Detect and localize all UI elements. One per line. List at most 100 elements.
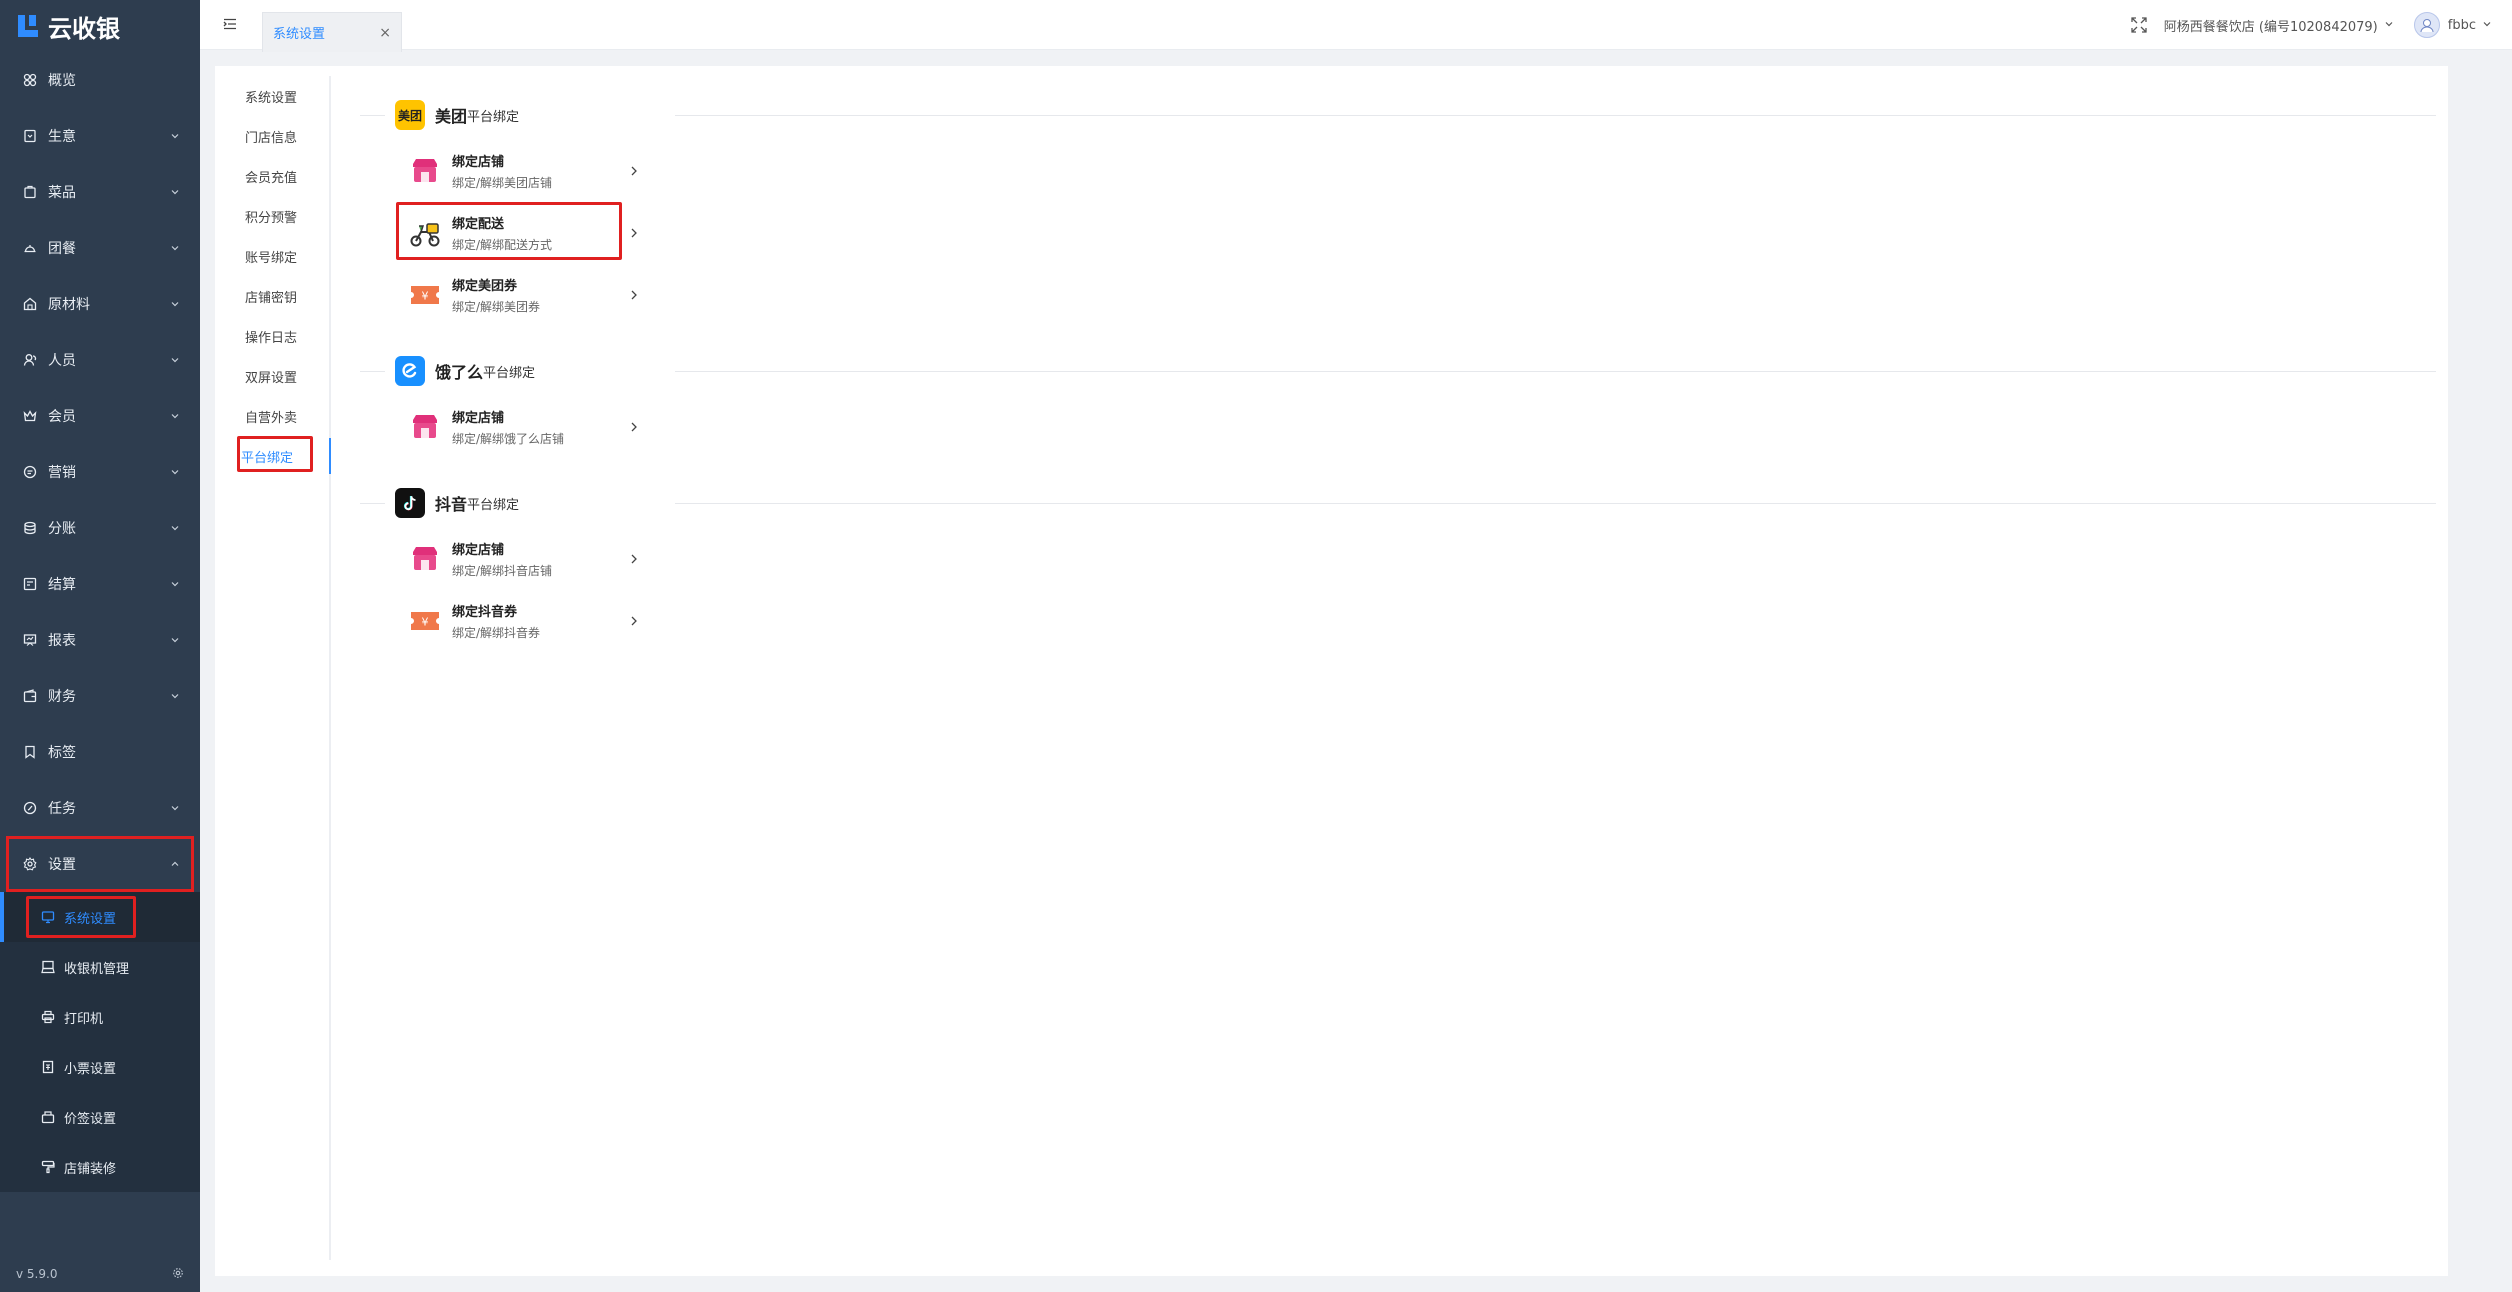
printer-icon [40, 1009, 56, 1025]
app-logo[interactable]: 云收银 [0, 0, 200, 52]
platform-binding-content: 美团 美团 平台绑定 绑定店铺 绑定/解绑美团店铺 绑定配送 绑定/解绑配送方式 [340, 66, 2448, 1276]
subnav-member-recharge[interactable]: 会员充值 [215, 156, 329, 196]
eleme-logo-icon [395, 356, 425, 386]
brand-suffix: 平台绑定 [467, 497, 520, 513]
logo-icon [18, 15, 40, 37]
coupon-icon: ¥ [408, 604, 442, 638]
bind-store-douyin[interactable]: 绑定店铺 绑定/解绑抖音店铺 [340, 528, 640, 590]
settings-gear-icon[interactable] [172, 1267, 184, 1282]
brand-name: 美团 [435, 107, 468, 126]
sidebar-item-label: 会员 [48, 409, 76, 425]
tag-icon [22, 744, 38, 760]
bind-item-title: 绑定店铺 [452, 411, 505, 426]
bind-item-text: 绑定美团券 绑定/解绑美团券 [452, 275, 628, 315]
chevron-down-icon [170, 635, 180, 645]
chevron-right-icon [628, 615, 640, 627]
sidebar-item-member[interactable]: 会员 [0, 388, 200, 444]
sidebar-subitem-decor[interactable]: 店铺装修 [0, 1142, 200, 1192]
coupon-icon: ¥ [408, 278, 442, 312]
sidebar-item-finance[interactable]: 财务 [0, 668, 200, 724]
subnav-store-info[interactable]: 门店信息 [215, 116, 329, 156]
version-bar: v 5.9.0 [0, 1256, 200, 1292]
cashier-icon [40, 959, 56, 975]
fullscreen-icon[interactable] [2130, 16, 2148, 34]
sidebar-item-label: 菜品 [48, 185, 76, 201]
section-header: 饿了么 平台绑定 [340, 346, 2448, 396]
user-menu[interactable]: fbbc [2413, 12, 2492, 38]
store-icon [408, 154, 442, 188]
sidebar-item-business[interactable]: 生意 [0, 108, 200, 164]
top-right-area: 阿杨西餐餐饮店 (编号1020842079) fbbc [2130, 0, 2492, 50]
sidebar-subitem-label: 小票设置 [64, 1061, 117, 1077]
bind-store-eleme[interactable]: 绑定店铺 绑定/解绑饿了么店铺 [340, 396, 640, 458]
meituan-section: 美团 美团 平台绑定 绑定店铺 绑定/解绑美团店铺 绑定配送 绑定/解绑配送方式 [340, 66, 2448, 326]
sidebar-item-label: 人员 [48, 353, 76, 369]
sidebar-item-label: 营销 [48, 465, 76, 481]
sidebar-item-split-account[interactable]: 分账 [0, 500, 200, 556]
sidebar-item-dishes[interactable]: 菜品 [0, 164, 200, 220]
subnav-account-binding[interactable]: 账号绑定 [215, 236, 329, 276]
sidebar-item-label: 团餐 [48, 241, 76, 257]
subnav-self-delivery[interactable]: 自营外卖 [215, 396, 329, 436]
chevron-down-icon [170, 243, 180, 253]
bind-delivery-meituan[interactable]: 绑定配送 绑定/解绑配送方式 [340, 202, 640, 264]
top-bar: 系统设置 × 阿杨西餐餐饮店 (编号1020842079) fbbc [200, 0, 2512, 52]
sidebar-item-task[interactable]: 任务 [0, 780, 200, 836]
chevron-down-icon [170, 411, 180, 421]
chevron-down-icon [170, 523, 180, 533]
dishes-icon [22, 184, 38, 200]
sidebar-subitem-label: 价签设置 [64, 1111, 117, 1127]
settings-sub-nav: 系统设置 门店信息 会员充值 积分预警 账号绑定 店铺密钥 操作日志 双屏设置 … [215, 76, 331, 1260]
sidebar-item-overview[interactable]: 概览 [0, 52, 200, 108]
svg-text:¥: ¥ [422, 290, 429, 303]
subnav-points-alert[interactable]: 积分预警 [215, 196, 329, 236]
sidebar-item-group-meal[interactable]: 团餐 [0, 220, 200, 276]
price-tag-icon [40, 1109, 56, 1125]
sidebar-subitem-system-settings[interactable]: 系统设置 [0, 892, 200, 942]
settlement-icon [22, 576, 38, 592]
douyin-section: 抖音 平台绑定 绑定店铺 绑定/解绑抖音店铺 ¥ 绑定抖音券 绑定/解绑抖音券 [340, 458, 2448, 652]
group-meal-icon [22, 240, 38, 256]
close-icon[interactable]: × [379, 25, 391, 41]
bind-coupon-meituan[interactable]: ¥ 绑定美团券 绑定/解绑美团券 [340, 264, 640, 326]
sidebar-subitem-receipt[interactable]: 小票设置 [0, 1042, 200, 1092]
tab-system-settings[interactable]: 系统设置 × [262, 12, 402, 52]
sidebar-item-materials[interactable]: 原材料 [0, 276, 200, 332]
marketing-icon [22, 464, 38, 480]
store-selector[interactable]: 阿杨西餐餐饮店 (编号1020842079) [2164, 16, 2394, 35]
avatar [2413, 12, 2440, 38]
bind-item-desc: 绑定/解绑美团券 [452, 300, 541, 314]
sidebar-item-marketing[interactable]: 营销 [0, 444, 200, 500]
subnav-dual-screen[interactable]: 双屏设置 [215, 356, 329, 396]
brand-suffix: 平台绑定 [467, 109, 520, 125]
subnav-store-key[interactable]: 店铺密钥 [215, 276, 329, 316]
subnav-system-settings[interactable]: 系统设置 [215, 76, 329, 116]
sidebar-item-settlement[interactable]: 结算 [0, 556, 200, 612]
subnav-platform-binding[interactable]: 平台绑定 [215, 436, 331, 476]
subnav-label: 会员充值 [245, 170, 298, 186]
sidebar-item-settings[interactable]: 设置 [6, 836, 194, 892]
subnav-operation-log[interactable]: 操作日志 [215, 316, 329, 356]
decor-icon [40, 1159, 56, 1175]
split-account-icon [22, 520, 38, 536]
gear-icon [22, 856, 38, 872]
sidebar-item-tag[interactable]: 标签 [0, 724, 200, 780]
settings-submenu: 系统设置 收银机管理 打印机 小票设置 价签设置 店铺装修 [0, 892, 200, 1192]
bind-coupon-douyin[interactable]: ¥ 绑定抖音券 绑定/解绑抖音券 [340, 590, 640, 652]
chevron-down-icon [170, 355, 180, 365]
sidebar-item-label: 原材料 [48, 297, 90, 313]
sidebar-item-report[interactable]: 报表 [0, 612, 200, 668]
sidebar-subitem-printer[interactable]: 打印机 [0, 992, 200, 1042]
receipt-icon [40, 1059, 56, 1075]
menu-collapse-icon[interactable] [220, 14, 240, 34]
bind-store-meituan[interactable]: 绑定店铺 绑定/解绑美团店铺 [340, 140, 640, 202]
store-icon [408, 542, 442, 576]
sidebar-item-staff[interactable]: 人员 [0, 332, 200, 388]
sidebar-menu: 概览 生意 菜品 团餐 原材料 人员 会员 营销 分账 结算 报表 财务 标签 … [0, 52, 200, 892]
business-icon [22, 128, 38, 144]
brand-name: 抖音 [435, 495, 468, 514]
sidebar-subitem-price-tag[interactable]: 价签设置 [0, 1092, 200, 1142]
subnav-label: 系统设置 [245, 90, 298, 106]
sidebar-subitem-cashier[interactable]: 收银机管理 [0, 942, 200, 992]
svg-text:¥: ¥ [422, 616, 429, 629]
